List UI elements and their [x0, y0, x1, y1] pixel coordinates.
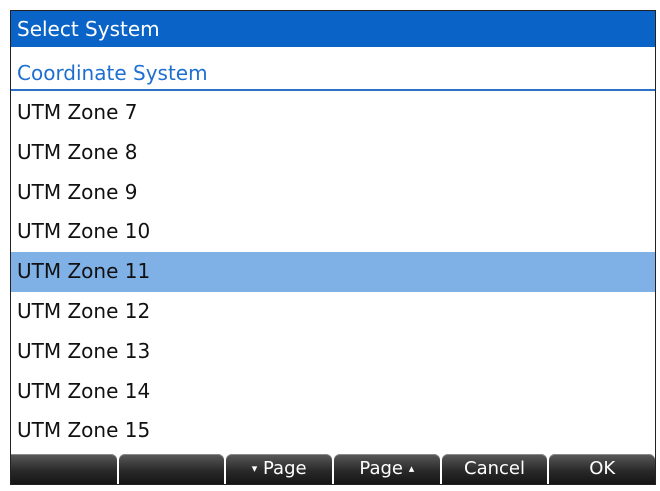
- page-up-label: Page: [359, 458, 403, 479]
- softkey-bar: ▾ Page Page ▴ Cancel OK: [11, 454, 655, 484]
- list-item[interactable]: UTM Zone 14: [11, 372, 655, 412]
- coordinate-system-list[interactable]: UTM Zone 7 UTM Zone 8 UTM Zone 9 UTM Zon…: [11, 93, 655, 451]
- list-item[interactable]: UTM Zone 9: [11, 173, 655, 213]
- list-item[interactable]: UTM Zone 7: [11, 93, 655, 133]
- softkey-1-button[interactable]: [11, 454, 117, 484]
- list-item[interactable]: UTM Zone 13: [11, 332, 655, 372]
- section-header: Coordinate System: [11, 55, 655, 91]
- list-item[interactable]: UTM Zone 12: [11, 292, 655, 332]
- ok-button[interactable]: OK: [549, 454, 655, 484]
- triangle-down-icon: ▾: [251, 462, 258, 475]
- page-down-label: Page: [263, 458, 307, 479]
- page-down-button[interactable]: ▾ Page: [226, 454, 333, 484]
- softkey-2-button[interactable]: [118, 454, 225, 484]
- select-system-dialog: Select System Coordinate System UTM Zone…: [10, 10, 656, 485]
- list-item-selected[interactable]: UTM Zone 11: [11, 252, 655, 292]
- cancel-button[interactable]: Cancel: [441, 454, 548, 484]
- triangle-up-icon: ▴: [408, 462, 415, 475]
- list-item[interactable]: UTM Zone 15: [11, 411, 655, 451]
- dialog-title: Select System: [11, 11, 655, 47]
- list-item[interactable]: UTM Zone 8: [11, 133, 655, 173]
- page-up-button[interactable]: Page ▴: [334, 454, 440, 484]
- list-item[interactable]: UTM Zone 10: [11, 212, 655, 252]
